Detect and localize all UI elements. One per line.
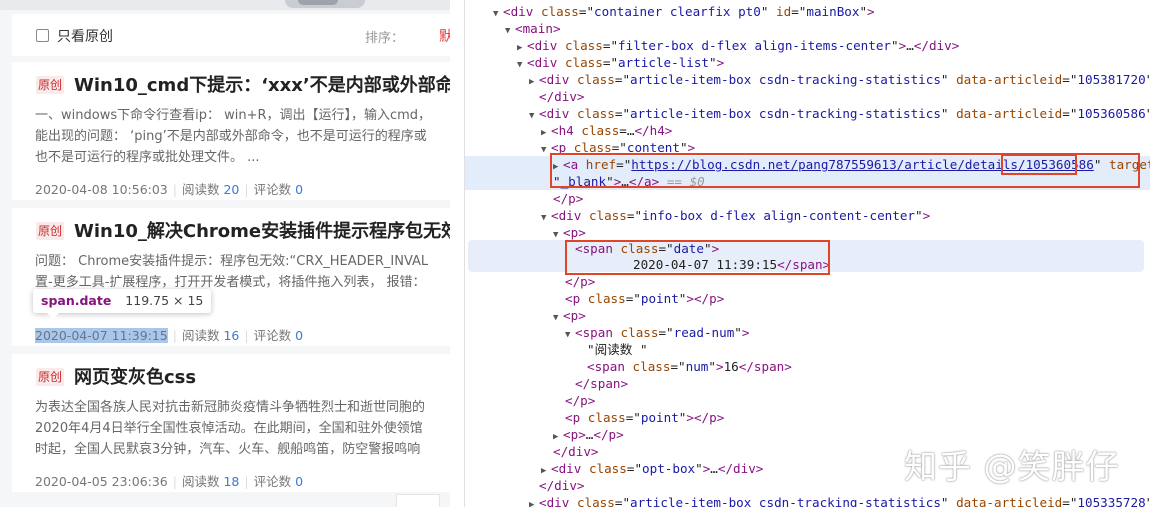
zhihu-watermark: 知乎 @笑胖仔 [904, 447, 1120, 486]
dom-node-line[interactable]: ▼ <div class="article-item-box csdn-track… [465, 105, 1150, 122]
dom-node-line[interactable]: ▼ <div class="container clearfix pt0" id=… [465, 3, 1150, 20]
article-title[interactable]: Win10_解决Chrome安装插件提示程序包无效:“ [74, 217, 450, 243]
dom-node-line[interactable]: ▼ <span class="read-num"> [465, 324, 1150, 341]
only-original-label[interactable]: 只看原创 [57, 26, 113, 46]
summary-line: 为表达全国各族人民对抗击新冠肺炎疫情斗争牺牲烈士和逝世同胞的 [35, 400, 426, 415]
summary-line: 一、windows下命令行查看ip： win+R，调出【运行】，输入cmd， [35, 108, 432, 123]
article-item[interactable]: 原创 Win10_cmd下提示：‘xxx’不是内部或外部命令 一、windows… [12, 62, 450, 200]
summary-line: 问题： Chrome安装插件提示：程序包无效:“CRX_HEADER_INVAL [35, 254, 429, 269]
tooltip-dimensions: 119.75 × 15 [125, 293, 204, 308]
article-item[interactable]: 原创 网页变灰色css 为表达全国各族人民对抗击新冠肺炎疫情斗争牺牲烈士和逝世同… [12, 354, 450, 492]
read-label: 阅读数 [181, 474, 220, 489]
dom-node-line[interactable]: ▼ <p> [465, 224, 1150, 241]
read-label: 阅读数 [181, 328, 220, 343]
comment-label: 评论数 [253, 328, 292, 343]
meta-separator: | [244, 474, 249, 489]
original-tag: 原创 [36, 222, 65, 240]
meta-separator: | [172, 474, 177, 489]
comment-count[interactable]: 0 [295, 474, 303, 489]
dom-text-line[interactable]: "阅读数 " [465, 341, 1150, 358]
read-count: 16 [223, 328, 240, 343]
dom-node-line[interactable]: </div> [465, 88, 1150, 105]
original-tag: 原创 [36, 368, 65, 386]
only-original-checkbox[interactable] [36, 29, 49, 42]
blog-page: 只看原创 排序： 默 原创 Win10_cmd下提示：‘xxx’不是内部或外部命… [0, 0, 450, 507]
back-to-top-button[interactable] [396, 494, 440, 507]
dom-node-line[interactable]: ▼ <div class="article-list"> [465, 54, 1150, 71]
annotation-box-article-id [1001, 154, 1077, 175]
meta-separator: | [172, 328, 177, 343]
summary-line: 时起，全国人民默哀3分钟，汽车、火车、舰船鸣笛，防空警报鸣响 [35, 442, 421, 457]
dom-node-line[interactable]: <p class="point"></p> [465, 290, 1150, 307]
comment-label: 评论数 [253, 474, 292, 489]
meta-separator: | [172, 182, 177, 197]
article-meta: 2020-04-05 23:06:36 | 阅读数 18 | 评论数 0 [35, 471, 303, 490]
banner-illustration-detail [298, 0, 338, 5]
article-title[interactable]: 网页变灰色css [74, 363, 196, 389]
dom-node-line[interactable]: </p> [465, 392, 1150, 409]
dom-node-line[interactable]: <span class="num">16</span> [465, 358, 1150, 375]
annotation-box-date [565, 240, 830, 275]
sort-label: 排序： [365, 31, 405, 46]
article-meta: 2020-04-08 10:56:03 | 阅读数 20 | 评论数 0 [35, 179, 303, 198]
read-count: 18 [223, 474, 240, 489]
sort-option[interactable]: 默 [439, 26, 450, 46]
summary-line: 也不是可运行的程序或批处理文件。 ... [35, 150, 260, 165]
banner-strip [0, 0, 450, 10]
dom-node-line[interactable]: </span> [465, 375, 1150, 392]
dom-node-line[interactable]: </p> [465, 190, 1150, 207]
tooltip-selector: span.date [41, 293, 112, 308]
summary-line: 能出现的问题： ‘ping’不是内部或外部命令，也不是可运行的程序或 [35, 129, 427, 144]
article-summary[interactable]: 一、windows下命令行查看ip： win+R，调出【运行】，输入cmd， 能… [35, 105, 450, 168]
article-meta: 2020-04-07 11:39:15 | 阅读数 16 | 评论数 0 [35, 325, 303, 344]
comment-count[interactable]: 0 [295, 182, 303, 197]
dom-node-line[interactable]: ▼ <div class="info-box d-flex align-conte… [465, 207, 1150, 224]
collapsed-triangle-icon[interactable]: ▶ [529, 497, 539, 507]
article-title[interactable]: Win10_cmd下提示：‘xxx’不是内部或外部命令 [74, 71, 450, 97]
dom-node-line[interactable]: <p class="point"></p> [465, 409, 1150, 426]
article-item[interactable]: 原创 Win10_解决Chrome安装插件提示程序包无效:“ 问题： Chrom… [12, 208, 450, 346]
original-tag: 原创 [36, 76, 65, 94]
dom-node-line[interactable]: ▶ <div class="article-item-box csdn-track… [465, 494, 1150, 507]
article-summary[interactable]: 为表达全国各族人民对抗击新冠肺炎疫情斗争牺牲烈士和逝世同胞的 2020年4月4日… [35, 397, 450, 460]
dom-node-line[interactable]: </p> [465, 273, 1150, 290]
dom-node-line[interactable]: ▶ <div class="article-item-box csdn-track… [465, 71, 1150, 88]
dom-node-line[interactable]: ▶ <h4 class=…</h4> [465, 122, 1150, 139]
summary-line: 2020年4月4日举行全国性哀悼活动。在此期间，全国和驻外使领馆 [35, 421, 423, 436]
meta-separator: | [244, 328, 249, 343]
article-date: 2020-04-05 23:06:36 [35, 474, 168, 489]
read-label: 阅读数 [181, 182, 220, 197]
dom-node-line[interactable]: ▶ <div class="filter-box d-flex align-ite… [465, 37, 1150, 54]
dom-node-line[interactable]: ▼ <p> [465, 307, 1150, 324]
filter-bar: 只看原创 排序： 默 [12, 14, 450, 56]
read-count: 20 [223, 182, 240, 197]
inspect-tooltip: span.date 119.75 × 15 [33, 289, 212, 319]
meta-separator: | [244, 182, 249, 197]
comment-label: 评论数 [253, 182, 292, 197]
article-date-highlighted: 2020-04-07 11:39:15 [35, 328, 168, 343]
comment-count[interactable]: 0 [295, 328, 303, 343]
dom-node-line[interactable]: ▼ <main> [465, 20, 1150, 37]
panel-divider[interactable] [450, 0, 465, 507]
tooltip-arrow [47, 313, 59, 319]
article-date: 2020-04-08 10:56:03 [35, 182, 168, 197]
